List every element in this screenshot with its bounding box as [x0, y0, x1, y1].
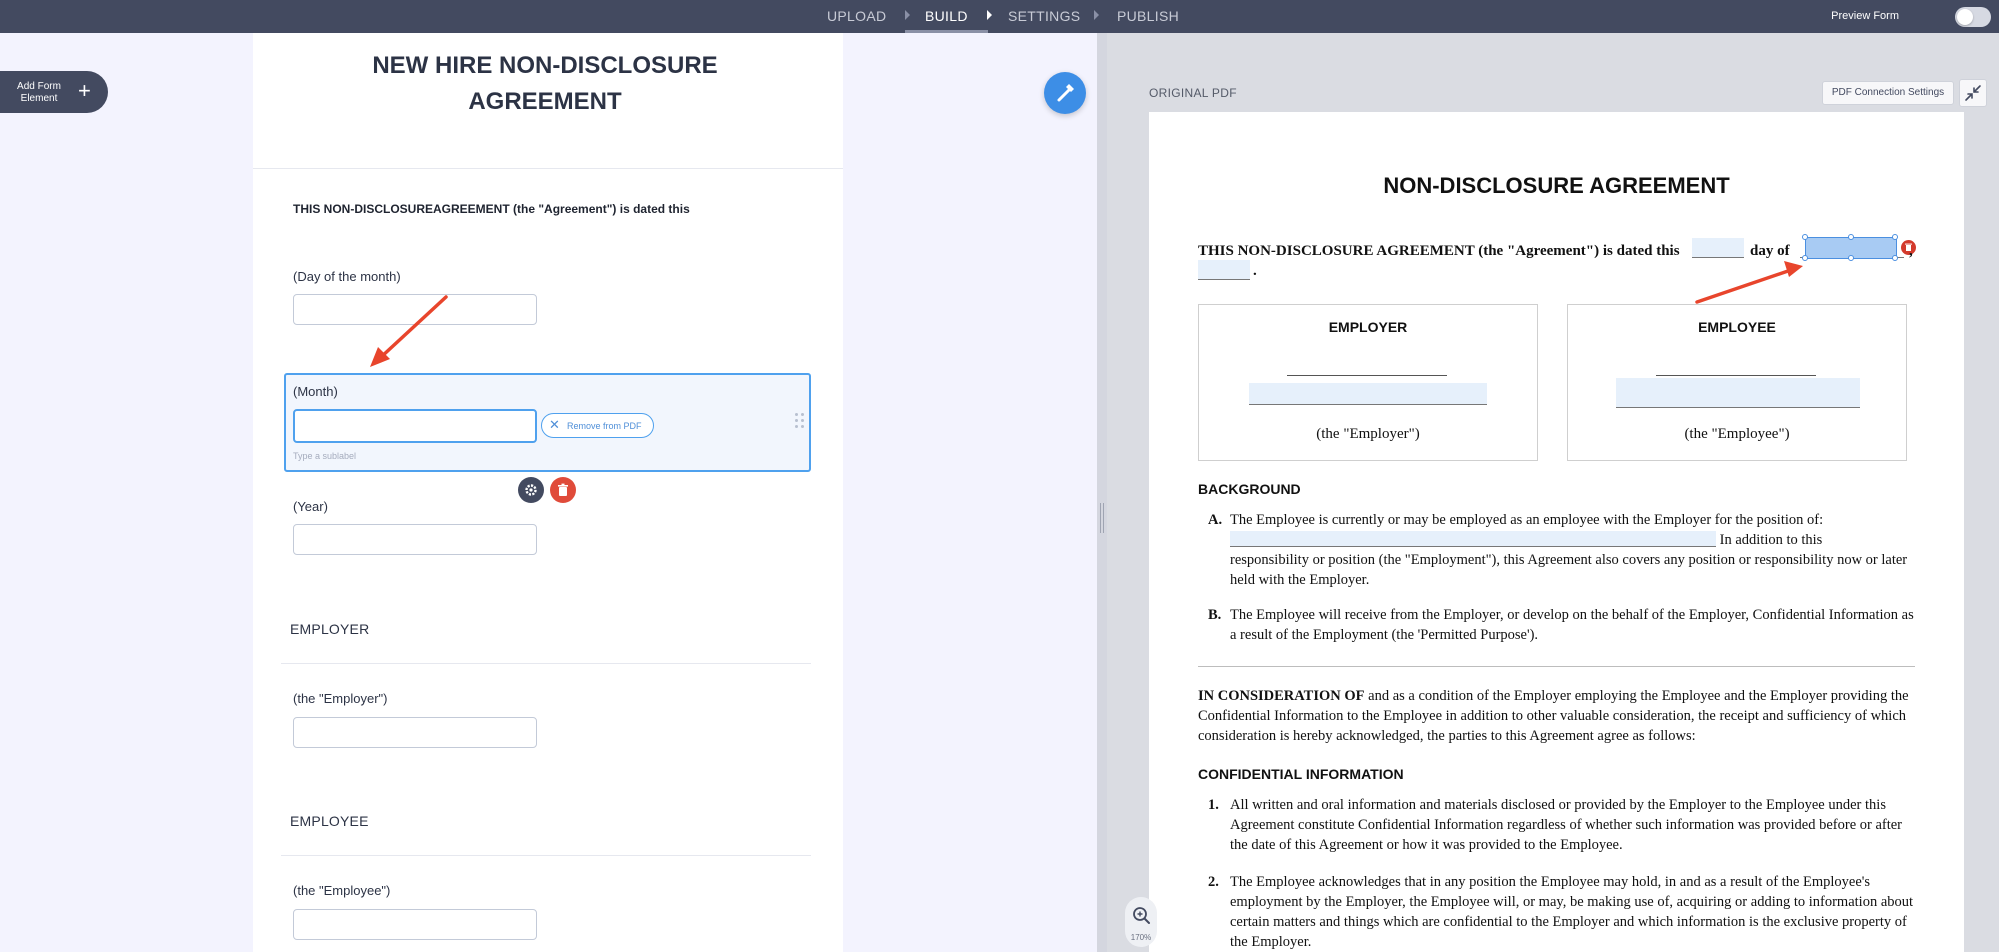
pdf-employer-sub: (the "Employer")	[1316, 426, 1420, 442]
pdf-position-field[interactable]	[1230, 531, 1716, 547]
step-settings[interactable]: SETTINGS	[1008, 8, 1080, 24]
pdf-item-2: 2. The Employee acknowledges that in any…	[1198, 872, 1918, 952]
pdf-item-a-line3: responsibility or position (the "Employm…	[1230, 552, 1908, 588]
pdf-employee-field[interactable]	[1616, 378, 1860, 408]
pdf-day-field[interactable]	[1692, 238, 1744, 258]
resize-handle[interactable]	[1848, 255, 1854, 261]
pdf-background-heading: BACKGROUND	[1198, 481, 1301, 497]
pdf-item-a-line2-text: In addition to this	[1719, 532, 1823, 548]
add-form-element-label: Add Form Element	[17, 81, 61, 104]
pdf-item-2-text: The Employee acknowledges that in any po…	[1230, 874, 1914, 950]
delete-field-button[interactable]	[550, 477, 576, 503]
pdf-period: .	[1253, 263, 1257, 279]
month-input[interactable]	[293, 409, 537, 443]
resize-handle[interactable]	[1802, 255, 1808, 261]
resize-handle[interactable]	[1892, 234, 1898, 240]
toggle-knob	[1957, 9, 1973, 25]
pdf-employer-box: EMPLOYER (the "Employer")	[1198, 304, 1538, 461]
field-label-year[interactable]: (Year)	[293, 499, 328, 514]
pdf-item-b-text: The Employee will receive from the Emplo…	[1230, 607, 1914, 643]
pdf-item-a-line1: The Employee is currently or may be empl…	[1230, 512, 1824, 528]
resize-handle[interactable]	[1892, 255, 1898, 261]
pdf-comma: ,	[1909, 243, 1913, 259]
pdf-item-1-text: All written and oral information and mat…	[1230, 797, 1903, 853]
pdf-divider	[1198, 666, 1915, 667]
day-input[interactable]	[293, 294, 537, 325]
collapse-icon	[1965, 85, 1981, 101]
pdf-year-field[interactable]	[1198, 260, 1250, 280]
pdf-consideration-bold: IN CONSIDERATION OF	[1198, 688, 1365, 704]
drag-handle-icon[interactable]	[795, 413, 805, 431]
active-step-indicator	[905, 30, 988, 33]
pdf-employee-heading: EMPLOYEE	[1698, 319, 1776, 335]
close-icon: ✕	[549, 417, 560, 432]
form-designer-button[interactable]	[1044, 72, 1086, 114]
section-divider	[281, 855, 811, 856]
pdf-item-b-label: B.	[1208, 607, 1222, 623]
step-build[interactable]: BUILD	[925, 8, 968, 24]
step-separator-icon	[1094, 10, 1099, 20]
original-pdf-label: ORIGINAL PDF	[1149, 86, 1237, 100]
field-label-day[interactable]: (Day of the month)	[293, 269, 401, 284]
intro-text[interactable]: THIS NON-DISCLOSUREAGREEMENT (the "Agree…	[293, 202, 690, 216]
signature-line	[1656, 375, 1816, 376]
collapse-panel-button[interactable]	[1959, 79, 1987, 107]
zoom-level: 170%	[1130, 933, 1152, 942]
field-label-employee[interactable]: (the "Employee")	[293, 883, 390, 898]
step-separator-icon	[905, 10, 910, 20]
pdf-item-a-label: A.	[1208, 512, 1223, 528]
preview-form-toggle[interactable]	[1955, 7, 1991, 27]
wand-icon	[1057, 84, 1074, 102]
step-separator-icon	[987, 10, 992, 20]
pdf-item-1-label: 1.	[1208, 797, 1219, 813]
wizard-steps: UPLOAD BUILD SETTINGS PUBLISH	[0, 0, 1999, 33]
pdf-item-1: 1. All written and oral information and …	[1198, 795, 1918, 855]
zoom-control[interactable]: 170%	[1125, 897, 1157, 947]
plus-icon: +	[78, 78, 91, 103]
year-input[interactable]	[293, 524, 537, 555]
pdf-consideration: IN CONSIDERATION OF and as a condition o…	[1198, 686, 1918, 746]
pdf-item-2-label: 2.	[1208, 874, 1219, 890]
employer-input[interactable]	[293, 717, 537, 748]
panel-splitter[interactable]	[1097, 33, 1107, 952]
section-divider	[281, 663, 811, 664]
field-label-month[interactable]: (Month)	[293, 384, 338, 399]
step-upload[interactable]: UPLOAD	[827, 8, 886, 24]
pdf-employee-box: EMPLOYEE (the "Employee")	[1567, 304, 1907, 461]
signature-line	[1287, 375, 1447, 376]
pdf-item-a-line2: In addition to this	[1230, 530, 1918, 550]
remove-from-pdf-label: Remove from PDF	[567, 421, 642, 431]
title-divider	[253, 168, 843, 169]
pdf-employer-field[interactable]	[1249, 383, 1487, 405]
zoom-icon	[1133, 907, 1150, 924]
preview-form-label: Preview Form	[1831, 10, 1899, 22]
pdf-item-a: A. The Employee is currently or may be e…	[1198, 510, 1918, 590]
pdf-day-of-text: day of	[1750, 243, 1790, 259]
field-label-employer[interactable]: (the "Employer")	[293, 691, 387, 706]
field-properties-button[interactable]	[518, 477, 544, 503]
employee-input[interactable]	[293, 909, 537, 940]
form-title[interactable]: NEW HIRE NON-DISCLOSURE AGREEMENT	[330, 48, 760, 120]
gear-icon	[525, 484, 537, 496]
section-heading-employer[interactable]: EMPLOYER	[290, 621, 369, 637]
trash-icon	[558, 483, 568, 496]
pdf-month-field-selected[interactable]	[1802, 234, 1898, 261]
pdf-title: NON-DISCLOSURE AGREEMENT	[1383, 173, 1730, 198]
pdf-employer-heading: EMPLOYER	[1328, 319, 1408, 335]
add-form-element-button[interactable]: Add Form Element +	[0, 71, 108, 113]
remove-from-pdf-button[interactable]: ✕ Remove from PDF	[541, 413, 654, 438]
pdf-confidential-heading: CONFIDENTIAL INFORMATION	[1198, 766, 1404, 782]
top-bar: UPLOAD BUILD SETTINGS PUBLISH Preview Fo…	[0, 0, 1999, 33]
pdf-intro-line: THIS NON-DISCLOSURE AGREEMENT (the "Agre…	[1198, 243, 1680, 260]
step-publish[interactable]: PUBLISH	[1117, 8, 1179, 24]
section-heading-employee[interactable]: EMPLOYEE	[290, 813, 369, 829]
pdf-item-b: B. The Employee will receive from the Em…	[1198, 605, 1918, 645]
resize-handle[interactable]	[1848, 234, 1854, 240]
pdf-employee-sub: (the "Employee")	[1684, 426, 1790, 442]
resize-handle[interactable]	[1802, 234, 1808, 240]
pdf-intro-text: THIS NON-DISCLOSURE AGREEMENT (the "Agre…	[1198, 243, 1680, 259]
pdf-connection-settings-button[interactable]: PDF Connection Settings	[1822, 81, 1954, 105]
sublabel-placeholder[interactable]: Type a sublabel	[293, 451, 356, 461]
splitter-grip-icon	[1100, 503, 1104, 533]
